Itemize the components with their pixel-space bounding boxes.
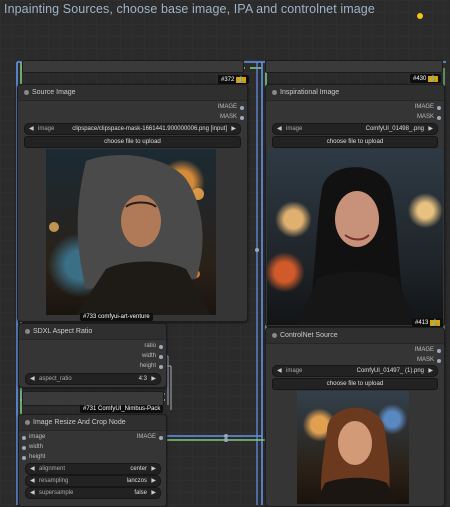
resize-crop-title[interactable]: Image Resize And Crop Node bbox=[19, 415, 166, 431]
output-mask-label: MASK bbox=[416, 357, 434, 363]
input-width-label: width bbox=[29, 444, 44, 450]
widget-label: aspect_ratio bbox=[39, 376, 72, 382]
resize-crop-node[interactable]: Image Resize And Crop Node image width h… bbox=[18, 414, 167, 507]
controlnet-source-node[interactable]: ControlNet Source IMAGE MASK ◀ image Com… bbox=[265, 327, 445, 507]
source-image-tag: #733 comfyui-art-venture bbox=[80, 313, 153, 321]
widget-label: alignment bbox=[39, 466, 66, 472]
aspect-ratio-select[interactable]: ◀ aspect_ratio 4:3 ▶ bbox=[25, 373, 161, 385]
source-image-node[interactable]: Source Image IMAGE MASK ◀ image clipspac… bbox=[17, 84, 248, 322]
arrow-left-icon[interactable]: ◀ bbox=[30, 476, 35, 486]
input-height-socket[interactable] bbox=[22, 456, 26, 460]
output-mask-label: MASK bbox=[416, 114, 434, 120]
widget-value: lanczos bbox=[126, 478, 147, 484]
arrow-left-icon[interactable]: ◀ bbox=[30, 464, 35, 474]
aspect-ratio-title[interactable]: SDXL Aspect Ratio bbox=[19, 324, 166, 340]
widget-value: center bbox=[130, 466, 147, 472]
widget-label: resampling bbox=[39, 478, 69, 484]
output-width-socket[interactable] bbox=[159, 355, 163, 359]
widget-value: ComfyUI_01498_.png bbox=[365, 126, 424, 132]
node-title-text: Source Image bbox=[32, 89, 76, 96]
widget-label: image bbox=[286, 368, 303, 374]
output-image-socket[interactable] bbox=[437, 349, 441, 353]
arrow-left-icon[interactable]: ◀ bbox=[277, 124, 282, 134]
nimbus-tag: #731 ComfyUI_Nimbus-Pack bbox=[80, 405, 164, 413]
output-width-label: width bbox=[141, 353, 156, 359]
output-image-socket[interactable] bbox=[240, 106, 244, 110]
upload-button[interactable]: choose file to upload bbox=[272, 136, 438, 148]
arrow-left-icon[interactable]: ◀ bbox=[30, 374, 35, 384]
portrait-icon bbox=[315, 407, 397, 504]
collapse-dot-icon[interactable] bbox=[272, 333, 277, 338]
node-title-text: Image Resize And Crop Node bbox=[33, 419, 126, 426]
arrow-left-icon[interactable]: ◀ bbox=[29, 124, 34, 134]
output-image-label: IMAGE bbox=[136, 434, 156, 440]
output-image-socket[interactable] bbox=[437, 106, 441, 110]
output-height-socket[interactable] bbox=[159, 365, 163, 369]
node-title-text: SDXL Aspect Ratio bbox=[33, 328, 93, 335]
output-mask-socket[interactable] bbox=[437, 359, 441, 363]
inspirational-image-preview bbox=[267, 149, 443, 325]
collapse-dot-icon[interactable] bbox=[272, 90, 277, 95]
arrow-left-icon[interactable]: ◀ bbox=[30, 488, 35, 498]
reroute-middle[interactable] bbox=[22, 391, 164, 406]
source-image-title[interactable]: Source Image bbox=[18, 85, 247, 101]
image-select[interactable]: ◀ image ComfyUI_01497_ (1).png ▶ bbox=[272, 365, 438, 377]
reroute-right-id: #430 ⚓ bbox=[410, 74, 441, 83]
output-mask-socket[interactable] bbox=[240, 116, 244, 120]
input-height-label: height bbox=[29, 454, 46, 460]
collapse-dot-icon[interactable] bbox=[25, 329, 30, 334]
widget-label: image bbox=[286, 126, 303, 132]
input-image-socket[interactable] bbox=[22, 436, 26, 440]
aspect-ratio-node[interactable]: SDXL Aspect Ratio ratio width height ◀ a… bbox=[18, 323, 167, 388]
reroute-right[interactable] bbox=[265, 60, 443, 73]
arrow-right-icon[interactable]: ▶ bbox=[151, 374, 156, 384]
image-select[interactable]: ◀ image clipspace/clipspace-mask-1661441… bbox=[24, 123, 241, 135]
input-width-socket[interactable] bbox=[22, 446, 26, 450]
widget-value: ComfyUI_01497_ (1).png bbox=[356, 368, 424, 374]
arrow-right-icon[interactable]: ▶ bbox=[428, 366, 433, 376]
inspirational-image-tag: #413 ⚓ bbox=[412, 318, 443, 327]
reroute-left[interactable] bbox=[22, 60, 244, 73]
arrow-left-icon[interactable]: ◀ bbox=[277, 366, 282, 376]
image-select[interactable]: ◀ image ComfyUI_01498_.png ▶ bbox=[272, 123, 438, 135]
widget-value: clipspace/clipspace-mask-1661441.9000000… bbox=[72, 126, 227, 132]
controlnet-image-preview bbox=[297, 391, 409, 504]
output-ratio-socket[interactable] bbox=[159, 345, 163, 349]
output-mask-socket[interactable] bbox=[437, 116, 441, 120]
output-ratio-label: ratio bbox=[144, 343, 156, 349]
reroute-left-id: #372 ⚓ bbox=[218, 75, 249, 84]
output-height-label: height bbox=[139, 363, 156, 369]
arrow-right-icon[interactable]: ▶ bbox=[151, 476, 156, 486]
collapse-dot-icon[interactable] bbox=[24, 90, 29, 95]
output-image-label: IMAGE bbox=[414, 104, 434, 110]
arrow-right-icon[interactable]: ▶ bbox=[151, 464, 156, 474]
output-image-socket[interactable] bbox=[159, 436, 163, 440]
node-title-text: ControlNet Source bbox=[280, 332, 338, 339]
output-mask-label: MASK bbox=[219, 114, 237, 120]
supersample-toggle[interactable]: ◀ supersample false ▶ bbox=[25, 487, 161, 499]
portrait-icon bbox=[297, 167, 417, 325]
masked-portrait-icon bbox=[49, 155, 211, 315]
widget-value: false bbox=[134, 490, 147, 496]
arrow-right-icon[interactable]: ▶ bbox=[151, 488, 156, 498]
node-title-text: Inspirational Image bbox=[280, 89, 340, 96]
widget-value: 4:3 bbox=[138, 376, 147, 382]
input-image-label: image bbox=[29, 434, 46, 440]
collapse-dot-icon[interactable] bbox=[25, 420, 30, 425]
inspirational-image-node[interactable]: Inspirational Image IMAGE MASK ◀ image C… bbox=[265, 84, 445, 327]
arrow-right-icon[interactable]: ▶ bbox=[428, 124, 433, 134]
upload-button[interactable]: choose file to upload bbox=[272, 378, 438, 390]
upload-button[interactable]: choose file to upload bbox=[24, 136, 241, 148]
output-image-label: IMAGE bbox=[217, 104, 237, 110]
controlnet-source-title[interactable]: ControlNet Source bbox=[266, 328, 444, 344]
widget-label: supersample bbox=[39, 490, 74, 496]
inspirational-image-title[interactable]: Inspirational Image bbox=[266, 85, 444, 101]
resampling-select[interactable]: ◀ resampling lanczos ▶ bbox=[25, 475, 161, 487]
widget-label: image bbox=[38, 126, 55, 132]
source-image-preview bbox=[46, 149, 216, 315]
alignment-select[interactable]: ◀ alignment center ▶ bbox=[25, 463, 161, 475]
output-image-label: IMAGE bbox=[414, 347, 434, 353]
arrow-right-icon[interactable]: ▶ bbox=[231, 124, 236, 134]
